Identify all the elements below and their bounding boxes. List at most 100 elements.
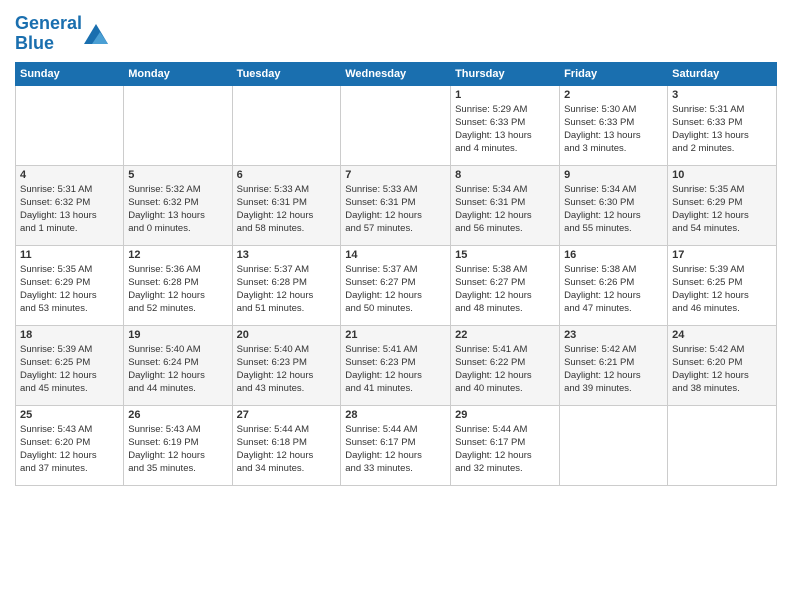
day-info: Sunrise: 5:35 AMSunset: 6:29 PMDaylight:…: [672, 183, 772, 236]
day-info: Sunrise: 5:40 AMSunset: 6:23 PMDaylight:…: [237, 343, 337, 396]
day-info: Sunrise: 5:36 AMSunset: 6:28 PMDaylight:…: [128, 263, 227, 316]
day-info: Sunrise: 5:35 AMSunset: 6:29 PMDaylight:…: [20, 263, 119, 316]
day-info: Sunrise: 5:38 AMSunset: 6:26 PMDaylight:…: [564, 263, 663, 316]
day-info: Sunrise: 5:37 AMSunset: 6:28 PMDaylight:…: [237, 263, 337, 316]
calendar-cell: 22 Sunrise: 5:41 AMSunset: 6:22 PMDayligh…: [451, 325, 560, 405]
day-info: Sunrise: 5:40 AMSunset: 6:24 PMDaylight:…: [128, 343, 227, 396]
calendar-header-wednesday: Wednesday: [341, 62, 451, 85]
day-number: 1: [455, 89, 555, 101]
day-info: Sunrise: 5:31 AMSunset: 6:33 PMDaylight:…: [672, 103, 772, 156]
day-info: Sunrise: 5:43 AMSunset: 6:19 PMDaylight:…: [128, 423, 227, 476]
day-info: Sunrise: 5:41 AMSunset: 6:22 PMDaylight:…: [455, 343, 555, 396]
day-info: Sunrise: 5:32 AMSunset: 6:32 PMDaylight:…: [128, 183, 227, 236]
calendar-cell: 17Sunrise: 5:39 AMSunset: 6:25 PMDayligh…: [668, 245, 777, 325]
calendar-cell: 10 Sunrise: 5:35 AMSunset: 6:29 PMDayligh…: [668, 165, 777, 245]
day-info: Sunrise: 5:42 AMSunset: 6:20 PMDaylight:…: [672, 343, 772, 396]
day-number: 21: [345, 329, 446, 341]
calendar-cell: 18 Sunrise: 5:39 AMSunset: 6:25 PMDayligh…: [16, 325, 124, 405]
day-number: 15: [455, 249, 555, 261]
day-number: 23: [564, 329, 663, 341]
calendar-cell: 11 Sunrise: 5:35 AMSunset: 6:29 PMDayligh…: [16, 245, 124, 325]
logo-icon: [84, 24, 108, 44]
calendar-cell: 3Sunrise: 5:31 AMSunset: 6:33 PMDaylight…: [668, 85, 777, 165]
day-number: 18: [20, 329, 119, 341]
day-info: Sunrise: 5:38 AMSunset: 6:27 PMDaylight:…: [455, 263, 555, 316]
day-number: 5: [128, 169, 227, 181]
day-number: 29: [455, 409, 555, 421]
calendar-cell: 23 Sunrise: 5:42 AMSunset: 6:21 PMDayligh…: [560, 325, 668, 405]
calendar-cell: 27 Sunrise: 5:44 AMSunset: 6:18 PMDayligh…: [232, 405, 341, 485]
calendar-cell: 16 Sunrise: 5:38 AMSunset: 6:26 PMDayligh…: [560, 245, 668, 325]
logo: General Blue: [15, 14, 108, 54]
day-number: 10: [672, 169, 772, 181]
calendar-cell: [341, 85, 451, 165]
calendar-cell: 7Sunrise: 5:33 AMSunset: 6:31 PMDaylight…: [341, 165, 451, 245]
day-number: 11: [20, 249, 119, 261]
day-number: 12: [128, 249, 227, 261]
day-info: Sunrise: 5:39 AMSunset: 6:25 PMDaylight:…: [672, 263, 772, 316]
day-number: 16: [564, 249, 663, 261]
day-info: Sunrise: 5:41 AMSunset: 6:23 PMDaylight:…: [345, 343, 446, 396]
day-number: 24: [672, 329, 772, 341]
calendar-header-monday: Monday: [124, 62, 232, 85]
calendar-cell: 12 Sunrise: 5:36 AMSunset: 6:28 PMDayligh…: [124, 245, 232, 325]
day-info: Sunrise: 5:30 AMSunset: 6:33 PMDaylight:…: [564, 103, 663, 156]
calendar-cell: 20 Sunrise: 5:40 AMSunset: 6:23 PMDayligh…: [232, 325, 341, 405]
day-number: 22: [455, 329, 555, 341]
calendar-cell: 5 Sunrise: 5:32 AMSunset: 6:32 PMDaylight…: [124, 165, 232, 245]
day-info: Sunrise: 5:44 AMSunset: 6:18 PMDaylight:…: [237, 423, 337, 476]
day-number: 20: [237, 329, 337, 341]
calendar-cell: 29 Sunrise: 5:44 AMSunset: 6:17 PMDayligh…: [451, 405, 560, 485]
calendar-header-sunday: Sunday: [16, 62, 124, 85]
calendar-header-tuesday: Tuesday: [232, 62, 341, 85]
day-info: Sunrise: 5:44 AMSunset: 6:17 PMDaylight:…: [455, 423, 555, 476]
calendar-table: SundayMondayTuesdayWednesdayThursdayFrid…: [15, 62, 777, 486]
calendar-cell: [232, 85, 341, 165]
day-number: 27: [237, 409, 337, 421]
day-info: Sunrise: 5:34 AMSunset: 6:30 PMDaylight:…: [564, 183, 663, 236]
header: General Blue: [15, 10, 777, 54]
day-info: Sunrise: 5:31 AMSunset: 6:32 PMDaylight:…: [20, 183, 119, 236]
calendar-cell: [16, 85, 124, 165]
day-number: 19: [128, 329, 227, 341]
logo-content: General Blue: [15, 14, 108, 54]
calendar-cell: 19 Sunrise: 5:40 AMSunset: 6:24 PMDayligh…: [124, 325, 232, 405]
calendar-cell: 1 Sunrise: 5:29 AMSunset: 6:33 PMDaylight…: [451, 85, 560, 165]
day-info: Sunrise: 5:43 AMSunset: 6:20 PMDaylight:…: [20, 423, 119, 476]
calendar-week-0: 1 Sunrise: 5:29 AMSunset: 6:33 PMDaylight…: [16, 85, 777, 165]
calendar-cell: [560, 405, 668, 485]
calendar-cell: 24 Sunrise: 5:42 AMSunset: 6:20 PMDayligh…: [668, 325, 777, 405]
page-container: General Blue SundayMondayTuesdayWednesda…: [0, 0, 792, 496]
calendar-header-friday: Friday: [560, 62, 668, 85]
logo-blue: Blue: [15, 33, 54, 53]
day-info: Sunrise: 5:29 AMSunset: 6:33 PMDaylight:…: [455, 103, 555, 156]
calendar-cell: 25 Sunrise: 5:43 AMSunset: 6:20 PMDayligh…: [16, 405, 124, 485]
day-info: Sunrise: 5:39 AMSunset: 6:25 PMDaylight:…: [20, 343, 119, 396]
day-number: 9: [564, 169, 663, 181]
day-info: Sunrise: 5:34 AMSunset: 6:31 PMDaylight:…: [455, 183, 555, 236]
day-info: Sunrise: 5:37 AMSunset: 6:27 PMDaylight:…: [345, 263, 446, 316]
day-number: 14: [345, 249, 446, 261]
calendar-cell: 8 Sunrise: 5:34 AMSunset: 6:31 PMDaylight…: [451, 165, 560, 245]
day-number: 4: [20, 169, 119, 181]
day-number: 25: [20, 409, 119, 421]
day-number: 8: [455, 169, 555, 181]
calendar-cell: 13Sunrise: 5:37 AMSunset: 6:28 PMDayligh…: [232, 245, 341, 325]
calendar-cell: 4 Sunrise: 5:31 AMSunset: 6:32 PMDaylight…: [16, 165, 124, 245]
calendar-cell: 15 Sunrise: 5:38 AMSunset: 6:27 PMDayligh…: [451, 245, 560, 325]
day-number: 2: [564, 89, 663, 101]
day-info: Sunrise: 5:44 AMSunset: 6:17 PMDaylight:…: [345, 423, 446, 476]
day-info: Sunrise: 5:42 AMSunset: 6:21 PMDaylight:…: [564, 343, 663, 396]
day-number: 26: [128, 409, 227, 421]
calendar-cell: [124, 85, 232, 165]
calendar-cell: 28 Sunrise: 5:44 AMSunset: 6:17 PMDayligh…: [341, 405, 451, 485]
calendar-cell: [668, 405, 777, 485]
calendar-cell: 21 Sunrise: 5:41 AMSunset: 6:23 PMDayligh…: [341, 325, 451, 405]
logo-general: General: [15, 13, 82, 33]
day-number: 6: [237, 169, 337, 181]
calendar-header-saturday: Saturday: [668, 62, 777, 85]
calendar-week-3: 18 Sunrise: 5:39 AMSunset: 6:25 PMDayligh…: [16, 325, 777, 405]
day-number: 28: [345, 409, 446, 421]
calendar-header-thursday: Thursday: [451, 62, 560, 85]
calendar-cell: 26 Sunrise: 5:43 AMSunset: 6:19 PMDayligh…: [124, 405, 232, 485]
